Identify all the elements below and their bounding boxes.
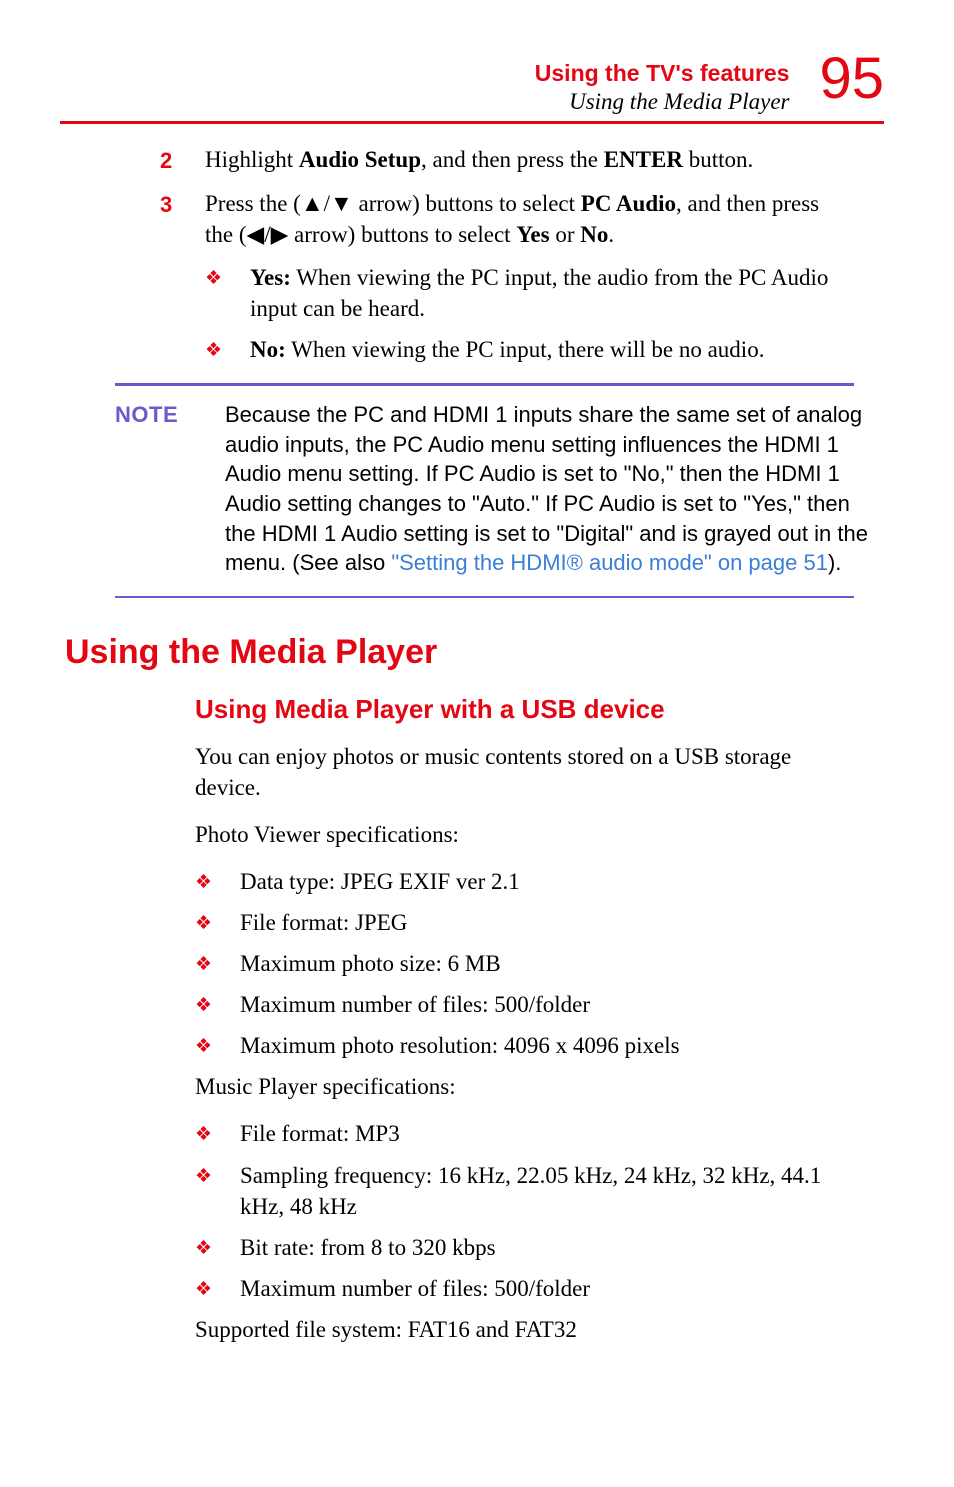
header-text-block: Using the TV's features Using the Media … bbox=[535, 50, 790, 115]
note-block: NOTE Because the PC and HDMI 1 inputs sh… bbox=[115, 383, 869, 598]
note-text: Because the PC and HDMI 1 inputs share t… bbox=[225, 400, 869, 578]
note-label: NOTE bbox=[115, 400, 195, 578]
list-item: ❖ Data type: JPEG EXIF ver 2.1 bbox=[195, 866, 844, 897]
diamond-icon: ❖ bbox=[195, 1030, 240, 1061]
body-paragraph: Music Player specifications: bbox=[195, 1071, 844, 1102]
section-heading: Using the Media Player bbox=[65, 633, 884, 672]
header-title: Using the TV's features bbox=[535, 60, 790, 87]
body-paragraph: Photo Viewer specifications: bbox=[195, 819, 844, 850]
page-header: Using the TV's features Using the Media … bbox=[60, 50, 884, 115]
list-item: ❖ File format: MP3 bbox=[195, 1118, 844, 1149]
diamond-icon: ❖ bbox=[195, 989, 240, 1020]
subsection-heading: Using Media Player with a USB device bbox=[195, 694, 884, 725]
header-subtitle: Using the Media Player bbox=[535, 89, 790, 115]
list-item: ❖ Bit rate: from 8 to 320 kbps bbox=[195, 1232, 844, 1263]
step-text: Highlight Audio Setup, and then press th… bbox=[205, 144, 844, 176]
step-2: 2 Highlight Audio Setup, and then press … bbox=[160, 144, 844, 176]
step-3: 3 Press the (▲/▼ arrow) buttons to selec… bbox=[160, 188, 844, 250]
step-number: 2 bbox=[160, 144, 205, 176]
list-item: ❖ Maximum number of files: 500/folder bbox=[195, 1273, 844, 1304]
diamond-icon: ❖ bbox=[195, 1232, 240, 1263]
arrow-up-down-icon: ▲/▼ bbox=[301, 188, 353, 219]
music-spec-list: ❖ File format: MP3 ❖ Sampling frequency:… bbox=[195, 1118, 844, 1303]
diamond-icon: ❖ bbox=[195, 1118, 240, 1149]
list-item: ❖ Sampling frequency: 16 kHz, 22.05 kHz,… bbox=[195, 1160, 844, 1222]
diamond-icon: ❖ bbox=[195, 907, 240, 938]
list-item: ❖ Maximum photo size: 6 MB bbox=[195, 948, 844, 979]
diamond-icon: ❖ bbox=[195, 866, 240, 897]
sub-bullet-list: ❖ Yes: When viewing the PC input, the au… bbox=[205, 262, 844, 365]
list-item: ❖ Maximum number of files: 500/folder bbox=[195, 989, 844, 1020]
diamond-icon: ❖ bbox=[205, 334, 250, 365]
step-number: 3 bbox=[160, 188, 205, 250]
arrow-left-right-icon: ◀/▶ bbox=[247, 219, 289, 250]
page-number: 95 bbox=[819, 50, 884, 108]
diamond-icon: ❖ bbox=[205, 262, 250, 324]
sub-bullet-no: ❖ No: When viewing the PC input, there w… bbox=[205, 334, 844, 365]
list-item: ❖ File format: JPEG bbox=[195, 907, 844, 938]
diamond-icon: ❖ bbox=[195, 1273, 240, 1304]
body-paragraph: Supported file system: FAT16 and FAT32 bbox=[195, 1314, 844, 1345]
note-divider-bottom bbox=[115, 596, 854, 598]
header-divider bbox=[60, 121, 884, 124]
note-link[interactable]: "Setting the HDMI® audio mode" on page 5… bbox=[391, 550, 828, 575]
list-item: ❖ Maximum photo resolution: 4096 x 4096 … bbox=[195, 1030, 844, 1061]
diamond-icon: ❖ bbox=[195, 948, 240, 979]
numbered-steps: 2 Highlight Audio Setup, and then press … bbox=[160, 144, 844, 250]
sub-bullet-yes: ❖ Yes: When viewing the PC input, the au… bbox=[205, 262, 844, 324]
step-text: Press the (▲/▼ arrow) buttons to select … bbox=[205, 188, 844, 250]
diamond-icon: ❖ bbox=[195, 1160, 240, 1222]
body-paragraph: You can enjoy photos or music contents s… bbox=[195, 741, 844, 803]
photo-spec-list: ❖ Data type: JPEG EXIF ver 2.1 ❖ File fo… bbox=[195, 866, 844, 1061]
